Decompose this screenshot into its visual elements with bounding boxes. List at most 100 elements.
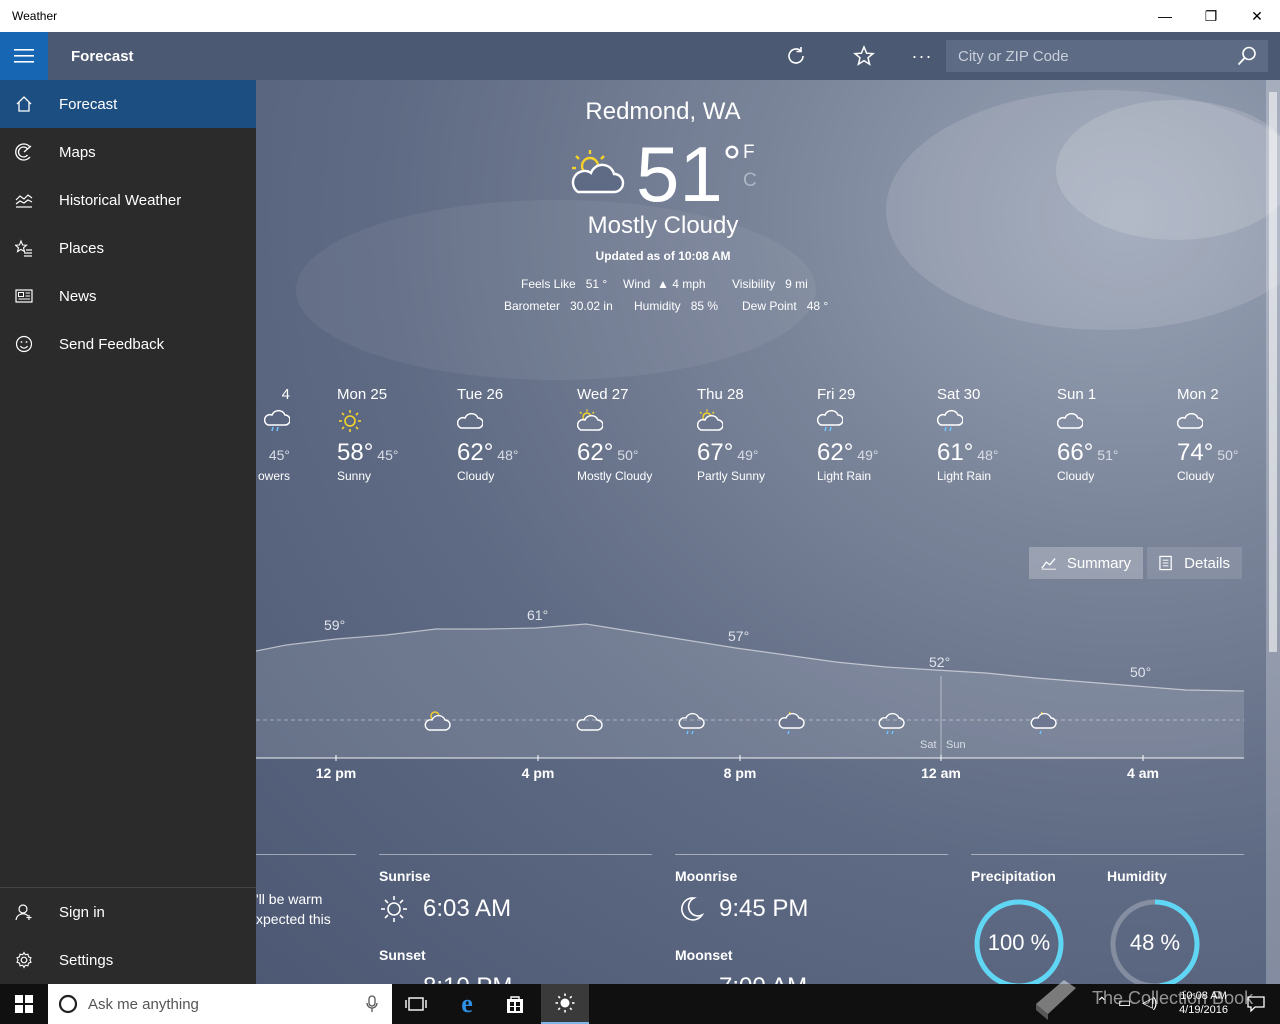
- weather-app-button[interactable]: [541, 984, 589, 1024]
- sidebar-item-maps[interactable]: Maps: [0, 128, 256, 176]
- partly-sunny-icon: [696, 409, 807, 433]
- daily-forecast-day[interactable]: Mon 2 74° 50° Cloudy: [1176, 386, 1280, 483]
- daily-forecast-day[interactable]: Wed 27 62° 50° Mostly Cloudy: [576, 386, 687, 483]
- news-icon: [0, 287, 48, 305]
- search-icon[interactable]: [1236, 45, 1258, 67]
- wind: Wind ▲ 4 mph: [623, 277, 706, 291]
- degree-symbol: °: [722, 136, 742, 188]
- moon-icon: [681, 897, 705, 921]
- summary-toggle[interactable]: Summary: [1029, 547, 1143, 579]
- sunrise-label: Sunrise: [379, 868, 431, 884]
- more-icon: ···: [911, 45, 933, 66]
- edge-button[interactable]: e: [443, 984, 491, 1024]
- nav-pane: Forecast Maps Historical Weather Places News…: [0, 80, 256, 984]
- gauge-value: 100 %: [987, 930, 1051, 955]
- sidebar-item-news[interactable]: News: [0, 272, 256, 320]
- moonrise-time: 9:45 PM: [719, 895, 809, 922]
- daily-forecast-day[interactable]: 4 45° owers: [256, 386, 291, 483]
- unit-fahrenheit[interactable]: F: [743, 142, 755, 164]
- sidebar-item-label: News: [59, 287, 97, 305]
- chart-icon: [0, 191, 48, 209]
- hamburger-button[interactable]: [0, 32, 48, 80]
- daily-forecast-day[interactable]: Sun 1 66° 51° Cloudy: [1056, 386, 1167, 483]
- refresh-button[interactable]: [784, 44, 808, 68]
- task-view-icon: [405, 997, 427, 1011]
- day-name: Sat 30: [937, 386, 981, 403]
- partly-sunny-icon: [571, 150, 625, 194]
- day-name: Tue 26: [457, 386, 504, 403]
- home-icon: [0, 95, 48, 113]
- moonset-time: 7:00 AM: [719, 973, 807, 984]
- minimize-button[interactable]: —: [1142, 0, 1188, 32]
- day-condition: Cloudy: [1057, 469, 1095, 483]
- scrollbar-thumb[interactable]: [1269, 92, 1277, 652]
- sidebar-item-sign-in[interactable]: Sign in: [0, 888, 256, 936]
- sun-icon: [337, 409, 447, 433]
- high-temp: 74°: [1177, 439, 1214, 466]
- hamburger-icon: [14, 49, 34, 63]
- day-split-prev: Sat: [920, 739, 937, 751]
- day-condition: Sunny: [337, 469, 372, 483]
- humidity: Humidity 85 %: [634, 299, 719, 313]
- section-title: Forecast: [71, 48, 134, 65]
- sidebar-item-places[interactable]: Places: [0, 224, 256, 272]
- store-button[interactable]: [491, 984, 539, 1024]
- cortana-placeholder: Ask me anything: [88, 995, 199, 1013]
- details-toggle[interactable]: Details: [1147, 547, 1242, 579]
- daily-forecast-day[interactable]: Sat 30 61° 48° Light Rain: [936, 386, 1047, 483]
- day-condition: Cloudy: [457, 469, 495, 483]
- more-button[interactable]: ···: [910, 44, 934, 68]
- location-name: Redmond, WA: [585, 98, 741, 125]
- favorite-button[interactable]: [852, 44, 876, 68]
- hourly-temp-label: 59°: [324, 617, 346, 633]
- sunset-time: 8:10 PM: [423, 973, 512, 984]
- daily-forecast-day[interactable]: Thu 28 67° 49° Partly Sunny: [696, 386, 807, 483]
- hourly-temp-label: 57°: [728, 628, 750, 644]
- smiley-icon: [0, 335, 48, 353]
- start-button[interactable]: [0, 984, 48, 1024]
- day-condition: Cloudy: [1177, 469, 1215, 483]
- unit-celsius[interactable]: C: [743, 170, 757, 192]
- wind-direction-icon: ▲: [657, 277, 669, 291]
- radar-icon: [0, 143, 48, 161]
- sidebar-item-historical-weather[interactable]: Historical Weather: [0, 176, 256, 224]
- daily-forecast-day[interactable]: Tue 26 62° 48° Cloudy: [456, 386, 567, 483]
- gear-icon: [0, 951, 48, 969]
- high-temp: 66°: [1057, 439, 1094, 466]
- day-name: Fri 29: [817, 386, 856, 403]
- low-temp: 48°: [497, 447, 519, 463]
- person-icon: [0, 903, 48, 921]
- low-temp: 48°: [977, 447, 999, 463]
- cortana-search[interactable]: Ask me anything: [48, 984, 392, 1024]
- day-split-next: Sun: [946, 739, 966, 751]
- hourly-time-label: 12 pm: [315, 765, 357, 781]
- close-icon: ✕: [1251, 7, 1263, 24]
- day-name: Thu 28: [697, 386, 744, 403]
- sidebar-item-send-feedback[interactable]: Send Feedback: [0, 320, 256, 368]
- day-condition: Light Rain: [817, 469, 872, 483]
- day-condition: Partly Sunny: [697, 469, 766, 483]
- scrollbar[interactable]: [1266, 80, 1280, 984]
- cloud-icon: [456, 409, 567, 433]
- restore-button[interactable]: ❐: [1188, 0, 1234, 32]
- list-icon: [1159, 555, 1172, 571]
- low-temp: 51°: [1097, 447, 1119, 463]
- day-condition: owers: [257, 469, 290, 483]
- low-temp: 49°: [857, 447, 879, 463]
- sidebar-item-settings[interactable]: Settings: [0, 936, 256, 984]
- task-view-button[interactable]: [392, 984, 440, 1024]
- daily-forecast-day[interactable]: Mon 25 58° 45° Sunny: [337, 386, 447, 483]
- sidebar-item-label: Forecast: [59, 95, 118, 113]
- search-box[interactable]: [946, 40, 1268, 72]
- search-input[interactable]: [946, 47, 1226, 65]
- daily-forecast-day[interactable]: Fri 29 62° 49° Light Rain: [816, 386, 927, 483]
- hourly-time-label: 4 am: [1127, 765, 1159, 781]
- low-temp: 50°: [617, 447, 639, 463]
- summary-text-line: 'll be warm: [256, 891, 323, 907]
- microphone-icon[interactable]: [366, 995, 378, 1013]
- sidebar-item-forecast[interactable]: Forecast: [0, 80, 256, 128]
- hourly-temp-label: 61°: [527, 607, 549, 623]
- close-button[interactable]: ✕: [1234, 0, 1280, 32]
- day-name: Mon 2: [1177, 386, 1219, 403]
- sidebar-item-label: Maps: [59, 143, 96, 161]
